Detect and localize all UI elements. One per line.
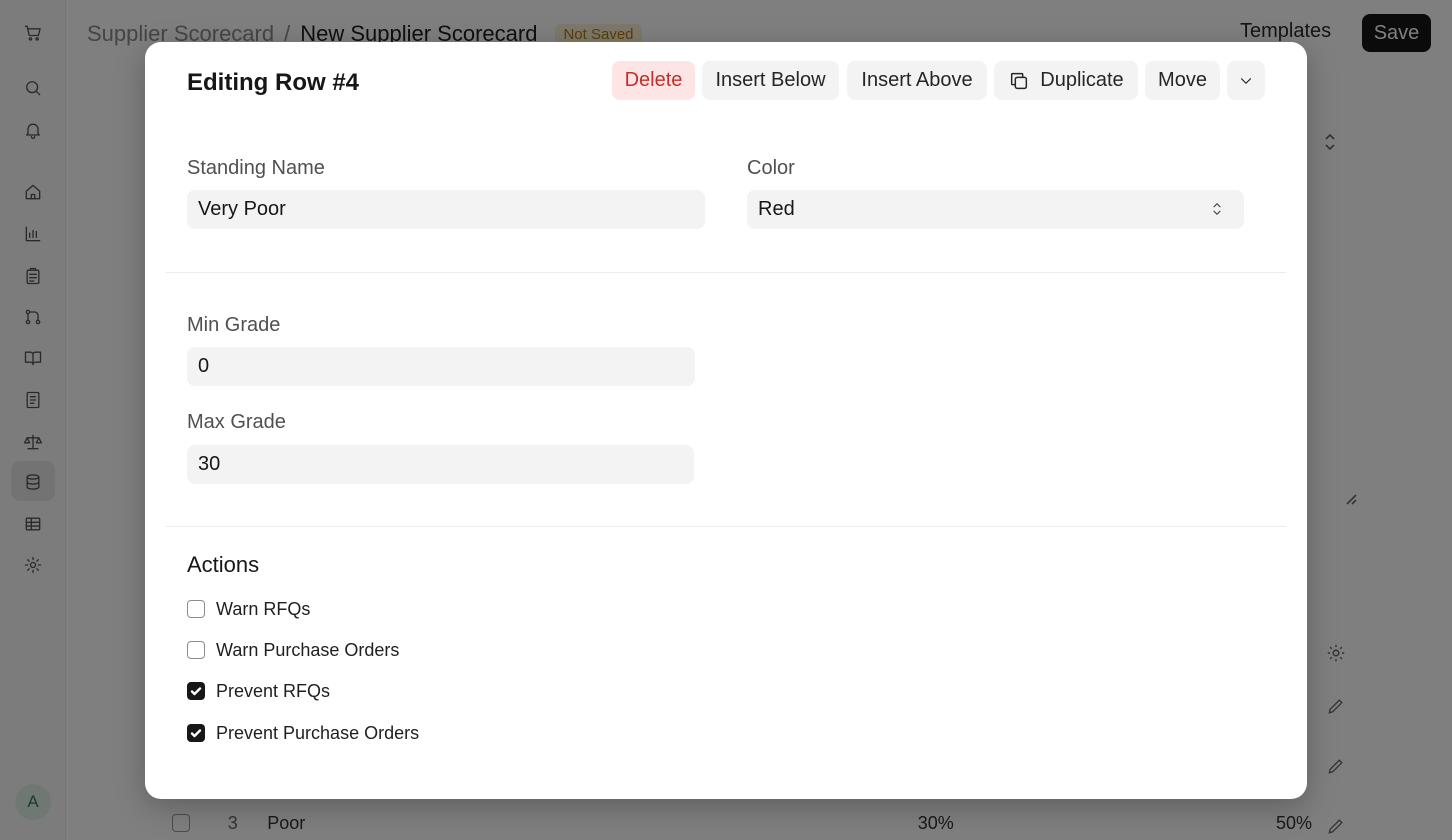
color-label: Color [747, 157, 795, 179]
checkbox-label: Prevent Purchase Orders [216, 722, 420, 743]
edit-row-dialog: Editing Row #4 Delete Insert Below Inser… [145, 42, 1307, 799]
min-grade-input[interactable]: 0 [187, 347, 695, 386]
actions-section-title: Actions [187, 552, 260, 577]
insert-above-button[interactable]: Insert Above [847, 61, 987, 100]
checkbox-label: Warn Purchase Orders [216, 639, 400, 660]
checkbox[interactable] [187, 724, 205, 742]
more-actions-button[interactable] [1227, 61, 1265, 100]
delete-button[interactable]: Delete [612, 61, 695, 100]
chevron-down-icon [1240, 77, 1252, 84]
standing-name-input[interactable]: Very Poor [187, 190, 705, 229]
checkbox-label: Warn RFQs [216, 598, 311, 619]
max-grade-label: Max Grade [187, 411, 286, 433]
checkbox[interactable] [187, 600, 205, 618]
color-select-value: Red [758, 198, 795, 220]
select-chevron-icon [1208, 200, 1226, 224]
duplicate-button[interactable]: Duplicate [994, 61, 1138, 100]
warn-rfqs-option[interactable]: Warn RFQs [187, 597, 310, 621]
duplicate-label: Duplicate [1040, 69, 1124, 91]
section-divider [166, 526, 1286, 527]
prevent-rfqs-option[interactable]: Prevent RFQs [187, 679, 330, 703]
warn-purchase-orders-option[interactable]: Warn Purchase Orders [187, 638, 399, 662]
checkbox[interactable] [187, 682, 205, 700]
standing-name-label: Standing Name [187, 157, 325, 179]
dialog-title: Editing Row #4 [187, 69, 360, 96]
max-grade-input[interactable]: 30 [187, 445, 694, 484]
checkbox-label: Prevent RFQs [216, 680, 331, 701]
section-divider [166, 272, 1286, 273]
checkbox[interactable] [187, 641, 205, 659]
min-grade-label: Min Grade [187, 314, 281, 336]
duplicate-icon [1011, 72, 1028, 89]
insert-below-button[interactable]: Insert Below [702, 61, 839, 100]
prevent-purchase-orders-option[interactable]: Prevent Purchase Orders [187, 721, 419, 745]
color-select[interactable]: Red [747, 190, 1244, 229]
move-button[interactable]: Move [1145, 61, 1220, 100]
